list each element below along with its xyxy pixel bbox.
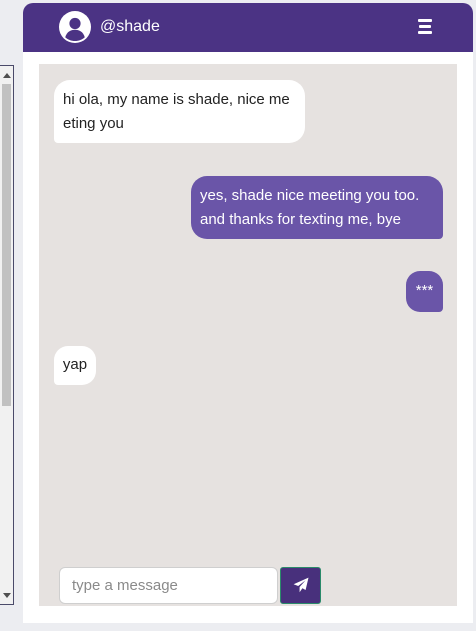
send-button[interactable] <box>280 566 321 604</box>
arrow-up-icon <box>2 72 11 78</box>
scroll-down-button[interactable] <box>0 588 13 602</box>
chat-header: @shade <box>23 3 473 52</box>
message-bubble-sent: *** <box>406 271 443 312</box>
user-circle-icon[interactable] <box>59 11 91 43</box>
scroll-up-button[interactable] <box>0 68 13 82</box>
chat-panel: @shade hi ola, my name is shade, nice me… <box>23 3 473 623</box>
paper-plane-icon <box>293 577 308 593</box>
menu-icon[interactable] <box>417 18 433 35</box>
message-bubble-received: yap <box>54 346 96 385</box>
message-list: hi ola, my name is shade, nice meeting y… <box>39 64 457 606</box>
arrow-down-icon <box>2 592 11 598</box>
message-bubble-received: hi ola, my name is shade, nice meeting y… <box>54 80 305 143</box>
page-scrollbar[interactable] <box>0 65 14 605</box>
message-bubble-sent: yes, shade nice meeting you too. and tha… <box>191 176 443 239</box>
scroll-thumb[interactable] <box>2 84 11 406</box>
chat-username: @shade <box>100 18 160 35</box>
composer <box>59 566 321 604</box>
message-input[interactable] <box>59 566 278 604</box>
